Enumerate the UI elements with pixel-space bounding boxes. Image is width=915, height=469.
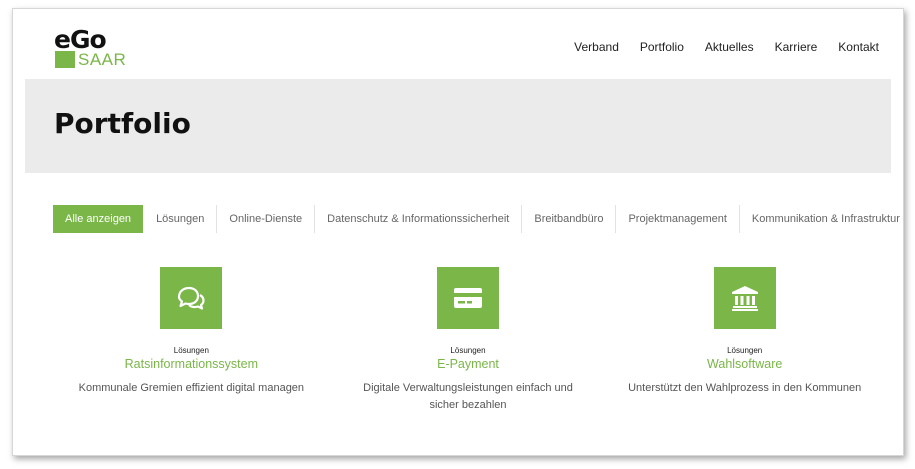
filter-projektmanagement[interactable]: Projektmanagement bbox=[616, 205, 740, 233]
page-title: Portfolio bbox=[54, 107, 191, 140]
card-title[interactable]: Wahlsoftware bbox=[606, 357, 883, 371]
portfolio-grid: Lösungen Ratsinformationssystem Kommunal… bbox=[53, 267, 883, 414]
card-category: Lösungen bbox=[727, 346, 763, 355]
filter-online-dienste[interactable]: Online-Dienste bbox=[217, 205, 316, 233]
card-category: Lösungen bbox=[173, 346, 209, 355]
nav-aktuelles[interactable]: Aktuelles bbox=[705, 40, 754, 54]
nav-kontakt[interactable]: Kontakt bbox=[838, 40, 879, 54]
portfolio-card: Lösungen Ratsinformationssystem Kommunal… bbox=[53, 267, 330, 414]
filter-datenschutz[interactable]: Datenschutz & Informationssicherheit bbox=[315, 205, 523, 233]
card-description: Digitale Verwaltungsleistungen einfach u… bbox=[363, 382, 573, 411]
nav-portfolio[interactable]: Portfolio bbox=[640, 40, 684, 54]
filter-loesungen[interactable]: Lösungen bbox=[144, 205, 218, 233]
credit-card-icon[interactable] bbox=[437, 267, 499, 329]
card-category: Lösungen bbox=[450, 346, 486, 355]
card-title[interactable]: E-Payment bbox=[330, 357, 607, 371]
portfolio-card: Lösungen E-Payment Digitale Verwaltungsl… bbox=[330, 267, 607, 414]
logo-green-square bbox=[55, 51, 75, 68]
main-navigation: Verband Portfolio Aktuelles Karriere Kon… bbox=[574, 40, 879, 54]
bank-building-icon[interactable] bbox=[713, 267, 776, 329]
browser-frame: eGo SAAR Verband Portfolio Aktuelles Kar… bbox=[12, 8, 904, 456]
page-title-band: Portfolio bbox=[25, 79, 891, 173]
filter-alle-anzeigen[interactable]: Alle anzeigen bbox=[53, 205, 144, 233]
portfolio-card: Lösungen Wahlsoftware Unterstützt den Wa… bbox=[606, 267, 883, 414]
filter-breitbandbuero[interactable]: Breitbandbüro bbox=[522, 205, 617, 233]
portfolio-filter-bar: Alle anzeigen Lösungen Online-Dienste Da… bbox=[53, 205, 912, 233]
nav-verband[interactable]: Verband bbox=[574, 40, 619, 54]
card-title[interactable]: Ratsinformationssystem bbox=[53, 357, 330, 371]
ego-saar-logo[interactable]: eGo SAAR bbox=[53, 25, 133, 71]
nav-karriere[interactable]: Karriere bbox=[775, 40, 818, 54]
filter-kommunikation[interactable]: Kommunikation & Infrastruktur bbox=[740, 205, 912, 233]
chat-bubbles-icon[interactable] bbox=[160, 267, 223, 329]
logo-wordmark-bottom: SAAR bbox=[78, 50, 127, 69]
card-description: Unterstützt den Wahlprozess in den Kommu… bbox=[628, 382, 862, 394]
card-description: Kommunale Gremien effizient digital mana… bbox=[78, 382, 305, 394]
